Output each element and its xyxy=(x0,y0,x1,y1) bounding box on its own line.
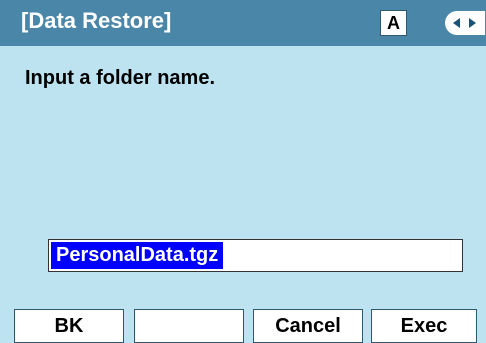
left-right-arrows-icon xyxy=(445,11,485,35)
cancel-softkey[interactable]: Cancel xyxy=(253,309,363,343)
arrow-left-icon xyxy=(453,18,460,28)
main-content: Input a folder name. PersonalData.tgz xyxy=(0,46,486,289)
folder-name-value: PersonalData.tgz xyxy=(51,242,224,269)
input-mode-badge: A xyxy=(380,10,407,36)
blank-softkey[interactable] xyxy=(134,309,244,343)
exec-softkey[interactable]: Exec xyxy=(371,309,477,343)
softkey-bar: BK Cancel Exec xyxy=(0,289,486,343)
folder-name-input[interactable]: PersonalData.tgz xyxy=(48,239,463,272)
prompt-text: Input a folder name. xyxy=(25,67,216,89)
arrow-right-icon xyxy=(469,18,476,28)
phone-display: [Data Restore] A Input a folder name. Pe… xyxy=(0,0,486,343)
screen-title: [Data Restore] xyxy=(21,8,172,33)
bk-softkey[interactable]: BK xyxy=(14,309,124,343)
title-bar: [Data Restore] A xyxy=(0,0,486,46)
